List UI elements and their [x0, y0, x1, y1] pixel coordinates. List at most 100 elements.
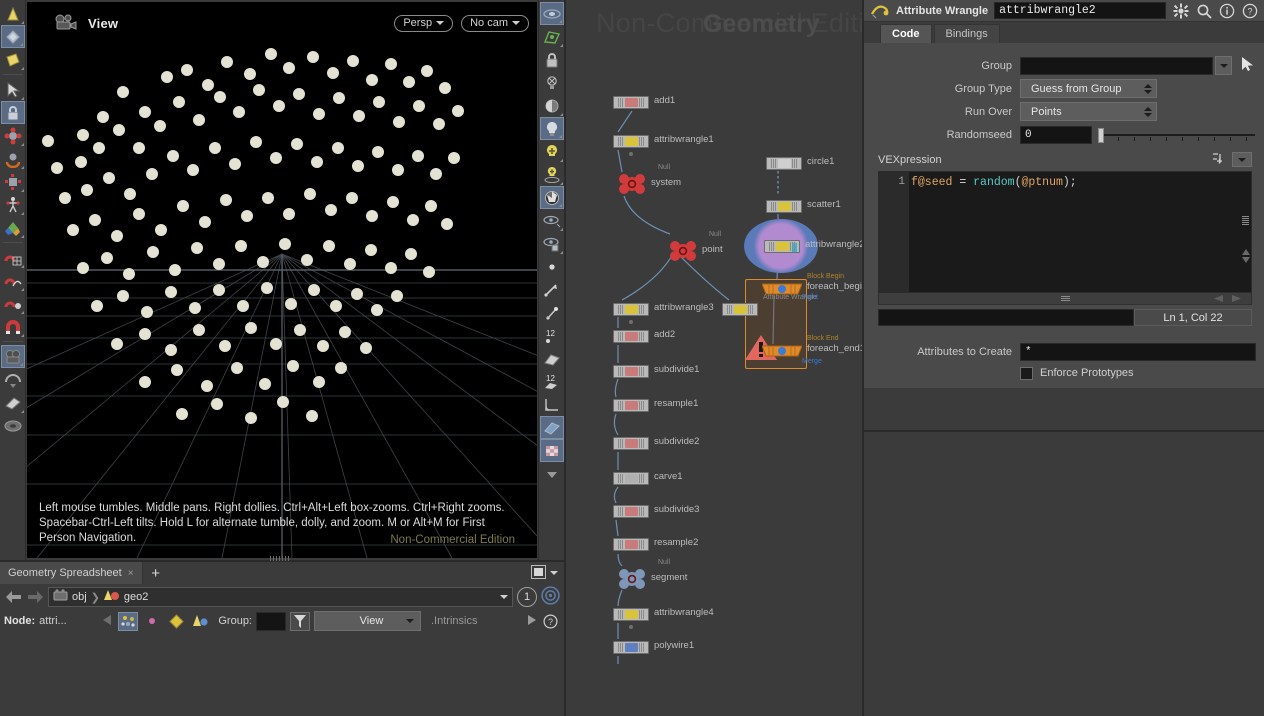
network-node-resample2[interactable]: resample2 [613, 537, 698, 551]
pose-tool[interactable] [1, 193, 25, 216]
handle-tool[interactable] [1, 48, 25, 71]
network-node-attribwrangle[interactable]: Attribute Wrangle [722, 294, 817, 316]
node-body[interactable] [613, 135, 649, 148]
point-normal-tool[interactable] [540, 301, 564, 324]
run-over-menu[interactable]: Points [1020, 102, 1157, 121]
node-bypass-flag[interactable] [629, 152, 633, 156]
point-display-tool[interactable] [540, 255, 564, 278]
snap-magnet-tool[interactable] [1, 315, 25, 338]
ghost-view-tool[interactable] [540, 209, 564, 232]
scale-tool[interactable] [1, 170, 25, 193]
snap-curve-tool[interactable] [1, 269, 25, 292]
network-node-foreach_end1[interactable]: Block End foreach_end1 [761, 335, 862, 357]
left-triangle-icon[interactable] [103, 614, 112, 628]
null-node-shape[interactable] [617, 173, 647, 195]
node-display-flag[interactable] [792, 243, 797, 252]
rotate-tool[interactable] [1, 147, 25, 170]
path-box[interactable]: obj ❯ geo2 [48, 587, 513, 607]
prim-display-tool[interactable] [540, 347, 564, 370]
null-node-shape[interactable] [668, 240, 698, 262]
secure-selection-tool[interactable] [0, 101, 25, 124]
search-icon[interactable] [1195, 2, 1212, 19]
help-icon[interactable]: ? [1241, 2, 1258, 19]
display-options-tool[interactable] [539, 2, 564, 25]
arrow-pick-icon[interactable] [1241, 57, 1254, 74]
node-body[interactable] [613, 437, 649, 450]
randomseed-input[interactable] [1020, 125, 1092, 144]
no-cam-dropdown[interactable]: No cam [461, 14, 529, 32]
group-type-menu[interactable]: Guess from Group [1020, 79, 1157, 98]
network-node-carve1[interactable]: carve1 [613, 471, 683, 485]
network-node-system[interactable]: Null system [617, 164, 681, 195]
group-filter-input[interactable] [256, 611, 286, 631]
network-node-segment[interactable]: Null segment [617, 559, 687, 590]
paint-tool[interactable] [1, 391, 25, 414]
node-body[interactable] [613, 608, 649, 621]
network-node-add1[interactable]: add1 [613, 95, 675, 109]
persp-dropdown[interactable]: Persp [394, 14, 454, 32]
select-object-tool[interactable] [0, 25, 25, 48]
network-node-subdivide1[interactable]: subdivide1 [613, 364, 699, 378]
help-icon[interactable]: ? [540, 612, 560, 631]
prim-numbers-tool[interactable]: 12 [540, 370, 564, 393]
breadcrumb-obj[interactable]: obj [72, 591, 87, 603]
network-node-polywire1[interactable]: polywire1 [613, 640, 694, 654]
network-node-scatter1[interactable]: scatter1 [766, 199, 841, 213]
node-body[interactable] [613, 365, 649, 378]
tab-bindings[interactable]: Bindings [933, 24, 1000, 43]
node-body[interactable] [613, 399, 649, 412]
network-node-circle1[interactable]: circle1 [766, 156, 834, 170]
network-node-attribwrangle1[interactable]: attribwrangle1 [613, 134, 714, 156]
network-node-subdivide2[interactable]: subdivide2 [613, 436, 699, 450]
node-body[interactable] [766, 200, 802, 213]
pink-dot-icon[interactable] [142, 612, 162, 631]
network-node-point[interactable]: Null point [668, 231, 723, 262]
axis-tool[interactable] [1, 216, 25, 239]
randomseed-slider[interactable] [1096, 126, 1255, 144]
editor-scroll-arrows[interactable] [1240, 248, 1251, 264]
lock-view-tool[interactable] [540, 48, 564, 71]
shading-tool[interactable] [540, 94, 564, 117]
null-node-shape[interactable] [617, 568, 647, 590]
network-node-subdivide3[interactable]: subdivide3 [613, 504, 699, 518]
vexpression-hscrollbar[interactable] [878, 293, 1252, 305]
forward-arrow-icon[interactable] [26, 588, 44, 606]
points-icon[interactable] [118, 611, 139, 631]
node-body[interactable] [613, 472, 649, 485]
maximize-icon[interactable] [531, 564, 546, 582]
node-body[interactable] [764, 240, 800, 253]
chevron-down-icon[interactable] [500, 595, 508, 599]
node-body[interactable] [613, 330, 649, 343]
snap-grid-tool[interactable] [1, 246, 25, 269]
tab-geometry-spreadsheet[interactable]: Geometry Spreadsheet × [0, 562, 143, 584]
attributes-to-create-input[interactable] [1020, 342, 1256, 361]
node-body[interactable] [766, 157, 802, 170]
network-node-add2[interactable]: add2 [613, 329, 675, 343]
network-node-attribwrangle4[interactable]: attribwrangle4 [613, 607, 714, 629]
enforce-prototypes-checkbox[interactable] [1020, 366, 1033, 380]
frame-badge[interactable]: 1 [517, 587, 537, 607]
texture-display-tool[interactable] [539, 439, 564, 462]
shaded-mode-tool[interactable] [539, 186, 564, 209]
arrow-select-tool[interactable] [1, 78, 25, 101]
tab-code[interactable]: Code [880, 24, 932, 43]
close-icon[interactable]: × [128, 568, 134, 579]
xray-tool[interactable] [540, 232, 564, 255]
editor-resize-grip[interactable] [1242, 216, 1249, 225]
network-node-attribwrangle3[interactable]: attribwrangle3 [613, 302, 714, 324]
network-editor-pane[interactable]: Non-Commercial Edition Geometry [566, 0, 862, 716]
splitter-grip-horizontal[interactable] [270, 556, 290, 561]
node-body[interactable] [722, 303, 758, 316]
node-body[interactable] [613, 96, 649, 109]
camera-tool[interactable] [0, 345, 25, 368]
randomseed-slider-handle[interactable] [1098, 127, 1104, 143]
breadcrumb-geo[interactable]: geo2 [124, 591, 148, 603]
view-tool[interactable] [1, 2, 25, 25]
group-input[interactable] [1020, 56, 1213, 75]
block-node-shape[interactable] [761, 344, 803, 357]
uv-display-tool[interactable] [539, 416, 564, 439]
snap-point-tool[interactable] [1, 292, 25, 315]
detail-icon[interactable] [190, 612, 210, 631]
node-body[interactable] [613, 505, 649, 518]
network-node-attribwrangle2[interactable]: attribwrangle2 [744, 219, 862, 273]
